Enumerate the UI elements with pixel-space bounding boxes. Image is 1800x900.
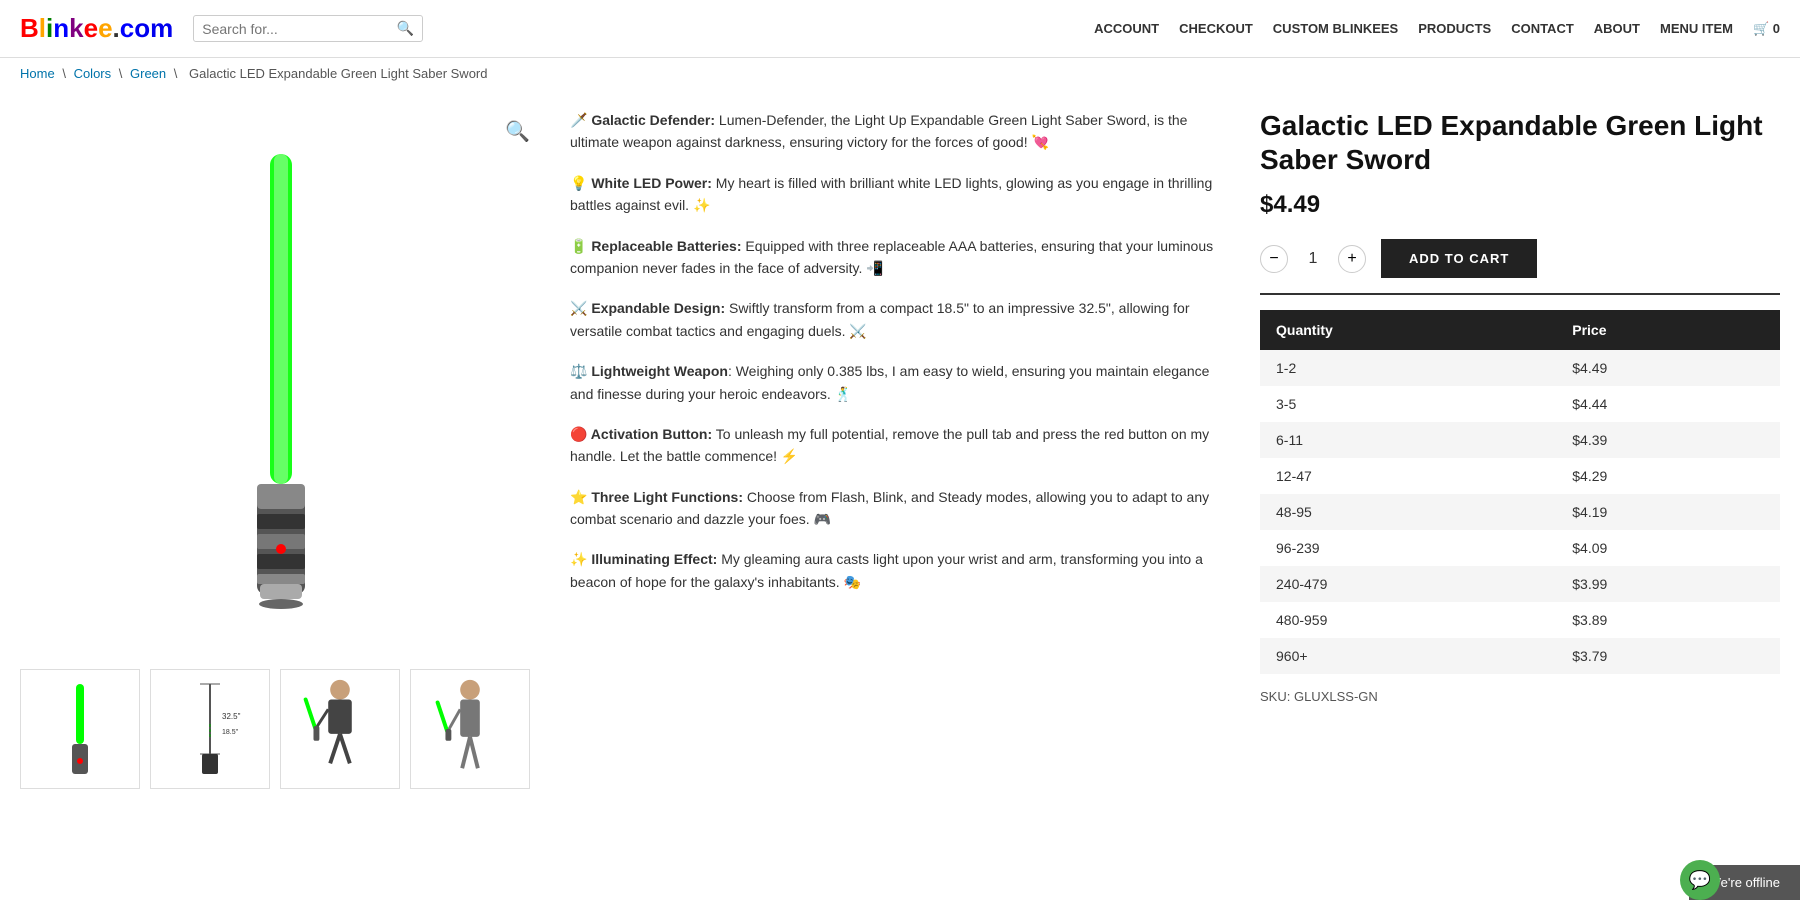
pricing-qty-cell: 960+ xyxy=(1260,638,1556,674)
pricing-row: 6-11$4.39 xyxy=(1260,422,1780,458)
logo[interactable]: Blinkee.com xyxy=(20,13,173,44)
main-nav: ACCOUNT CHECKOUT CUSTOM BLINKEES PRODUCT… xyxy=(1094,21,1780,37)
feature-5: ⚖️ Lightweight Weapon: Weighing only 0.3… xyxy=(570,360,1220,405)
pricing-price-cell: $4.49 xyxy=(1556,350,1780,386)
pricing-qty-cell: 240-479 xyxy=(1260,566,1556,602)
pricing-qty-cell: 3-5 xyxy=(1260,386,1556,422)
feature-8: ✨ Illuminating Effect: My gleaming aura … xyxy=(570,548,1220,593)
pricing-row: 12-47$4.29 xyxy=(1260,458,1780,494)
pricing-price-cell: $4.39 xyxy=(1556,422,1780,458)
sku-value: GLUXLSS-GN xyxy=(1294,689,1378,704)
feature-2: 💡 White LED Power: My heart is filled wi… xyxy=(570,172,1220,217)
pricing-row: 1-2$4.49 xyxy=(1260,350,1780,386)
col-price-header: Price xyxy=(1556,310,1780,350)
main-product-image: 🔍 xyxy=(20,109,540,659)
thumbnail-1[interactable] xyxy=(20,669,140,789)
header: Blinkee.com 🔍 ACCOUNT CHECKOUT CUSTOM BL… xyxy=(0,0,1800,58)
zoom-icon[interactable]: 🔍 xyxy=(505,119,530,144)
pricing-price-cell: $4.09 xyxy=(1556,530,1780,566)
breadcrumb-green[interactable]: Green xyxy=(130,66,166,81)
pricing-qty-cell: 480-959 xyxy=(1260,602,1556,638)
feature-1: 🗡️ Galactic Defender: Lumen-Defender, th… xyxy=(570,109,1220,154)
sku-line: SKU: GLUXLSS-GN xyxy=(1260,689,1780,704)
nav-contact[interactable]: CONTACT xyxy=(1511,21,1574,36)
nav-menu-item[interactable]: MENU ITEM xyxy=(1660,21,1733,36)
pricing-row: 240-479$3.99 xyxy=(1260,566,1780,602)
pricing-row: 48-95$4.19 xyxy=(1260,494,1780,530)
thumbnail-2[interactable]: 32.5" 18.5" xyxy=(150,669,270,789)
search-form: 🔍 xyxy=(193,15,423,42)
quantity-row: − 1 + ADD TO CART xyxy=(1260,239,1780,278)
feature-7: ⭐ Three Light Functions: Choose from Fla… xyxy=(570,486,1220,531)
nav-about[interactable]: ABOUT xyxy=(1594,21,1640,36)
quantity-value: 1 xyxy=(1303,250,1323,268)
feature-6: 🔴 Activation Button: To unleash my full … xyxy=(570,423,1220,468)
product-description-section: 🗡️ Galactic Defender: Lumen-Defender, th… xyxy=(570,109,1230,789)
quantity-decrease-button[interactable]: − xyxy=(1260,245,1288,273)
pricing-row: 480-959$3.89 xyxy=(1260,602,1780,638)
quantity-increase-button[interactable]: + xyxy=(1338,245,1366,273)
product-price: $4.49 xyxy=(1260,191,1780,219)
nav-custom-blinkees[interactable]: CUSTOM BLINKEES xyxy=(1273,21,1398,36)
nav-account[interactable]: ACCOUNT xyxy=(1094,21,1159,36)
pricing-price-cell: $4.29 xyxy=(1556,458,1780,494)
thumbnail-4[interactable] xyxy=(410,669,530,789)
pricing-row: 3-5$4.44 xyxy=(1260,386,1780,422)
product-images-section: 🔍 xyxy=(20,109,540,789)
col-quantity-header: Quantity xyxy=(1260,310,1556,350)
pricing-qty-cell: 12-47 xyxy=(1260,458,1556,494)
cart-icon[interactable]: 🛒 0 xyxy=(1753,21,1780,37)
nav-products[interactable]: PRODUCTS xyxy=(1418,21,1491,36)
pricing-qty-cell: 1-2 xyxy=(1260,350,1556,386)
divider xyxy=(1260,293,1780,295)
breadcrumb-colors[interactable]: Colors xyxy=(74,66,112,81)
pricing-row: 960+$3.79 xyxy=(1260,638,1780,674)
product-info-section: Galactic LED Expandable Green Light Sabe… xyxy=(1260,109,1780,789)
lightsaber-main-svg xyxy=(130,134,430,634)
main-content: 🔍 xyxy=(0,89,1800,809)
pricing-qty-cell: 6-11 xyxy=(1260,422,1556,458)
add-to-cart-button[interactable]: ADD TO CART xyxy=(1381,239,1537,278)
search-input[interactable] xyxy=(202,21,397,37)
pricing-qty-cell: 48-95 xyxy=(1260,494,1556,530)
breadcrumb-current: Galactic LED Expandable Green Light Sabe… xyxy=(189,66,487,81)
pricing-price-cell: $4.44 xyxy=(1556,386,1780,422)
svg-text:32.5": 32.5" xyxy=(222,712,241,721)
pricing-table: Quantity Price 1-2$4.493-5$4.446-11$4.39… xyxy=(1260,310,1780,674)
pricing-price-cell: $4.19 xyxy=(1556,494,1780,530)
search-button[interactable]: 🔍 xyxy=(397,20,414,37)
pricing-price-cell: $3.79 xyxy=(1556,638,1780,674)
pricing-price-cell: $3.89 xyxy=(1556,602,1780,638)
breadcrumb-home[interactable]: Home xyxy=(20,66,55,81)
feature-4: ⚔️ Expandable Design: Swiftly transform … xyxy=(570,297,1220,342)
svg-text:18.5": 18.5" xyxy=(222,729,239,736)
pricing-price-cell: $3.99 xyxy=(1556,566,1780,602)
thumbnail-3[interactable] xyxy=(280,669,400,789)
product-title: Galactic LED Expandable Green Light Sabe… xyxy=(1260,109,1780,176)
thumbnail-row: 32.5" 18.5" xyxy=(20,669,540,789)
nav-checkout[interactable]: CHECKOUT xyxy=(1179,21,1253,36)
pricing-qty-cell: 96-239 xyxy=(1260,530,1556,566)
pricing-row: 96-239$4.09 xyxy=(1260,530,1780,566)
pricing-table-header-row: Quantity Price xyxy=(1260,310,1780,350)
feature-3: 🔋 Replaceable Batteries: Equipped with t… xyxy=(570,235,1220,280)
breadcrumb: Home \ Colors \ Green \ Galactic LED Exp… xyxy=(0,58,1800,89)
chat-online-button[interactable]: 💬 xyxy=(1680,860,1720,900)
